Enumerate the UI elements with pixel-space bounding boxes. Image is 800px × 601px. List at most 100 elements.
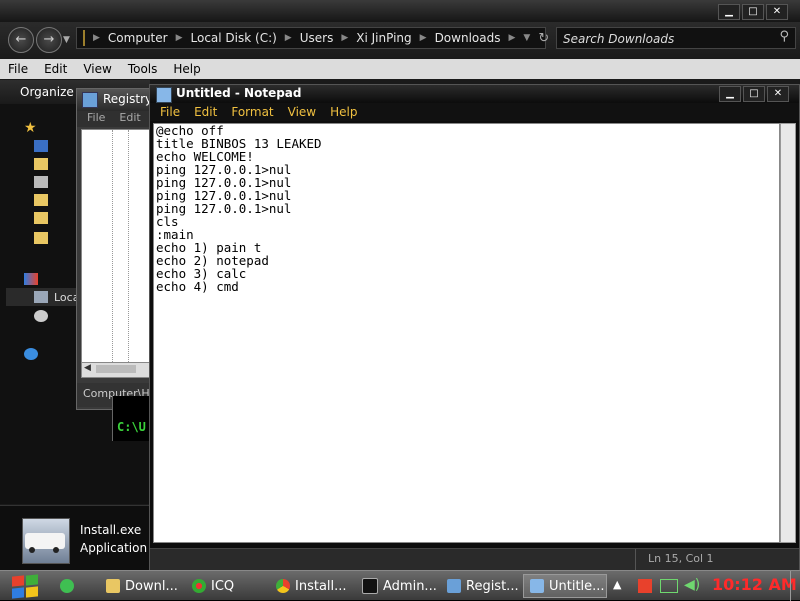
notepad-window: Untitled - Notepad ▁ □ ✕ File Edit Forma… bbox=[149, 84, 800, 570]
taskbar-item-icq[interactable]: ICQ bbox=[186, 574, 266, 598]
breadcrumb-user-folder[interactable]: Xi JinPing bbox=[356, 31, 411, 45]
scroll-left-icon[interactable]: ◀ bbox=[84, 363, 91, 373]
menu-edit[interactable]: Edit bbox=[44, 62, 67, 76]
registry-tree-pane[interactable] bbox=[81, 129, 155, 363]
folder-icon bbox=[83, 30, 85, 46]
breadcrumb-separator-icon: ▶ bbox=[341, 33, 349, 43]
close-button[interactable]: ✕ bbox=[767, 86, 789, 102]
recent-places-icon bbox=[34, 176, 48, 188]
details-file-name: Install.exe D bbox=[80, 523, 158, 537]
registry-titlebar[interactable]: Registry bbox=[77, 89, 157, 111]
cmd-prompt-text: C:\U bbox=[117, 420, 146, 434]
breadcrumb-separator-icon: ▶ bbox=[284, 33, 292, 43]
star-icon: ★ bbox=[24, 120, 37, 136]
computer-icon bbox=[24, 273, 38, 285]
chrome-icon bbox=[276, 579, 290, 593]
breadcrumb-separator-icon: ▶ bbox=[419, 33, 427, 43]
notepad-title: Untitled - Notepad bbox=[176, 86, 302, 100]
notepad-caption-buttons: ▁ □ ✕ bbox=[719, 86, 789, 102]
file-name-text: Install.exe bbox=[80, 523, 142, 537]
taskbar-item-label: Untitle... bbox=[549, 578, 605, 594]
registry-title: Registry bbox=[103, 92, 153, 106]
menu-tools[interactable]: Tools bbox=[128, 62, 158, 76]
maximize-button[interactable]: □ bbox=[742, 4, 764, 20]
search-icon[interactable]: ⚲ bbox=[779, 29, 789, 44]
notepad-menu-file[interactable]: File bbox=[160, 105, 180, 119]
back-button[interactable]: ← bbox=[8, 27, 34, 53]
clock[interactable]: 10:12 AM bbox=[712, 575, 797, 594]
notepad-statusbar: Ln 15, Col 1 bbox=[150, 548, 799, 570]
notepad-vertical-scrollbar[interactable] bbox=[780, 123, 796, 543]
notepad-menu-view[interactable]: View bbox=[288, 105, 316, 119]
minimize-button[interactable]: ▁ bbox=[719, 86, 741, 102]
taskbar-item-admin-cmd[interactable]: Admin... bbox=[356, 574, 440, 598]
dvd-drive-icon bbox=[34, 310, 48, 322]
refresh-icon[interactable]: ↻ bbox=[538, 31, 555, 46]
taskbar: Downl... ICQ Install... Admin... Regist.… bbox=[0, 570, 800, 601]
back-arrow-icon: ← bbox=[15, 32, 27, 47]
regedit-icon bbox=[82, 92, 98, 108]
taskbar-item-label: ICQ bbox=[211, 578, 235, 594]
registry-menubar: File Edit bbox=[77, 111, 157, 127]
recent-pages-chevron-icon[interactable]: ▼ bbox=[63, 35, 70, 45]
notepad-menu-help[interactable]: Help bbox=[330, 105, 357, 119]
details-pane: Install.exe D Application bbox=[0, 505, 158, 571]
breadcrumb-users[interactable]: Users bbox=[300, 31, 334, 45]
registry-menu-edit[interactable]: Edit bbox=[119, 111, 140, 127]
registry-menu-file[interactable]: File bbox=[87, 111, 105, 127]
folder-icon bbox=[34, 194, 48, 206]
show-hidden-icons-button[interactable]: ▲ bbox=[613, 578, 621, 591]
explorer-menubar: File Edit View Tools Help bbox=[0, 59, 800, 79]
notepad-icon bbox=[156, 87, 172, 103]
registry-editor-window: Registry File Edit ◀ Computer\HK bbox=[76, 88, 158, 410]
taskbar-item-label: Regist... bbox=[466, 578, 519, 594]
show-desktop-button[interactable] bbox=[790, 571, 800, 601]
explorer-titlebar[interactable]: ▁ □ ✕ bbox=[0, 0, 800, 22]
windows-logo-icon bbox=[12, 575, 24, 587]
notepad-menu-format[interactable]: Format bbox=[231, 105, 273, 119]
maximize-button[interactable]: □ bbox=[743, 86, 765, 102]
network-status-icon[interactable] bbox=[660, 579, 678, 593]
breadcrumb-downloads[interactable]: Downloads bbox=[435, 31, 501, 45]
taskbar-item-label: Install... bbox=[295, 578, 347, 594]
start-button[interactable] bbox=[8, 573, 44, 599]
menu-view[interactable]: View bbox=[83, 62, 111, 76]
taskbar-item-notepad[interactable]: Untitle... bbox=[523, 574, 607, 598]
taskbar-item-registry[interactable]: Regist... bbox=[441, 574, 525, 598]
registry-scroll-thumb[interactable] bbox=[96, 365, 136, 373]
folder-icon bbox=[34, 212, 48, 224]
taskbar-item-downloads[interactable]: Downl... bbox=[100, 574, 184, 598]
quick-launch-icon bbox=[60, 579, 74, 593]
address-dropdown-icon[interactable]: ▼ bbox=[523, 33, 530, 43]
cmd-icon bbox=[362, 578, 378, 594]
taskbar-item-install[interactable]: Install... bbox=[270, 574, 354, 598]
folder-icon bbox=[34, 158, 48, 170]
command-prompt-window: C:\U bbox=[112, 396, 153, 441]
action-center-flag-icon[interactable] bbox=[638, 579, 652, 593]
organize-button[interactable]: Organize ▼ bbox=[20, 85, 85, 99]
notepad-text-editor[interactable] bbox=[154, 124, 779, 542]
menu-file[interactable]: File bbox=[8, 62, 28, 76]
notepad-titlebar[interactable]: Untitled - Notepad ▁ □ ✕ bbox=[150, 85, 799, 103]
taskbar-item-label: Downl... bbox=[125, 578, 178, 594]
forward-button[interactable]: → bbox=[36, 27, 62, 53]
search-box: ⚲ bbox=[556, 27, 796, 50]
regedit-icon bbox=[447, 579, 461, 593]
breadcrumb-computer[interactable]: Computer bbox=[108, 31, 168, 45]
notepad-menu-edit[interactable]: Edit bbox=[194, 105, 217, 119]
notepad-icon bbox=[530, 579, 544, 593]
breadcrumb-local-disk[interactable]: Local Disk (C:) bbox=[191, 31, 277, 45]
breadcrumb-separator-icon: ▶ bbox=[508, 33, 516, 43]
desktop-icon bbox=[34, 140, 48, 152]
close-button[interactable]: ✕ bbox=[766, 4, 788, 20]
minimize-button[interactable]: ▁ bbox=[718, 4, 740, 20]
statusbar-divider bbox=[635, 549, 636, 570]
quick-launch[interactable] bbox=[60, 576, 80, 596]
search-input[interactable] bbox=[557, 28, 765, 50]
address-bar[interactable]: ▶ Computer ▶ Local Disk (C:) ▶ Users ▶ X… bbox=[76, 27, 549, 49]
menu-help[interactable]: Help bbox=[173, 62, 200, 76]
volume-icon[interactable]: ◀) bbox=[684, 577, 700, 593]
folder-icon bbox=[34, 232, 48, 244]
notepad-menubar: File Edit Format View Help bbox=[150, 103, 799, 121]
registry-hscrollbar[interactable]: ◀ bbox=[81, 362, 155, 378]
